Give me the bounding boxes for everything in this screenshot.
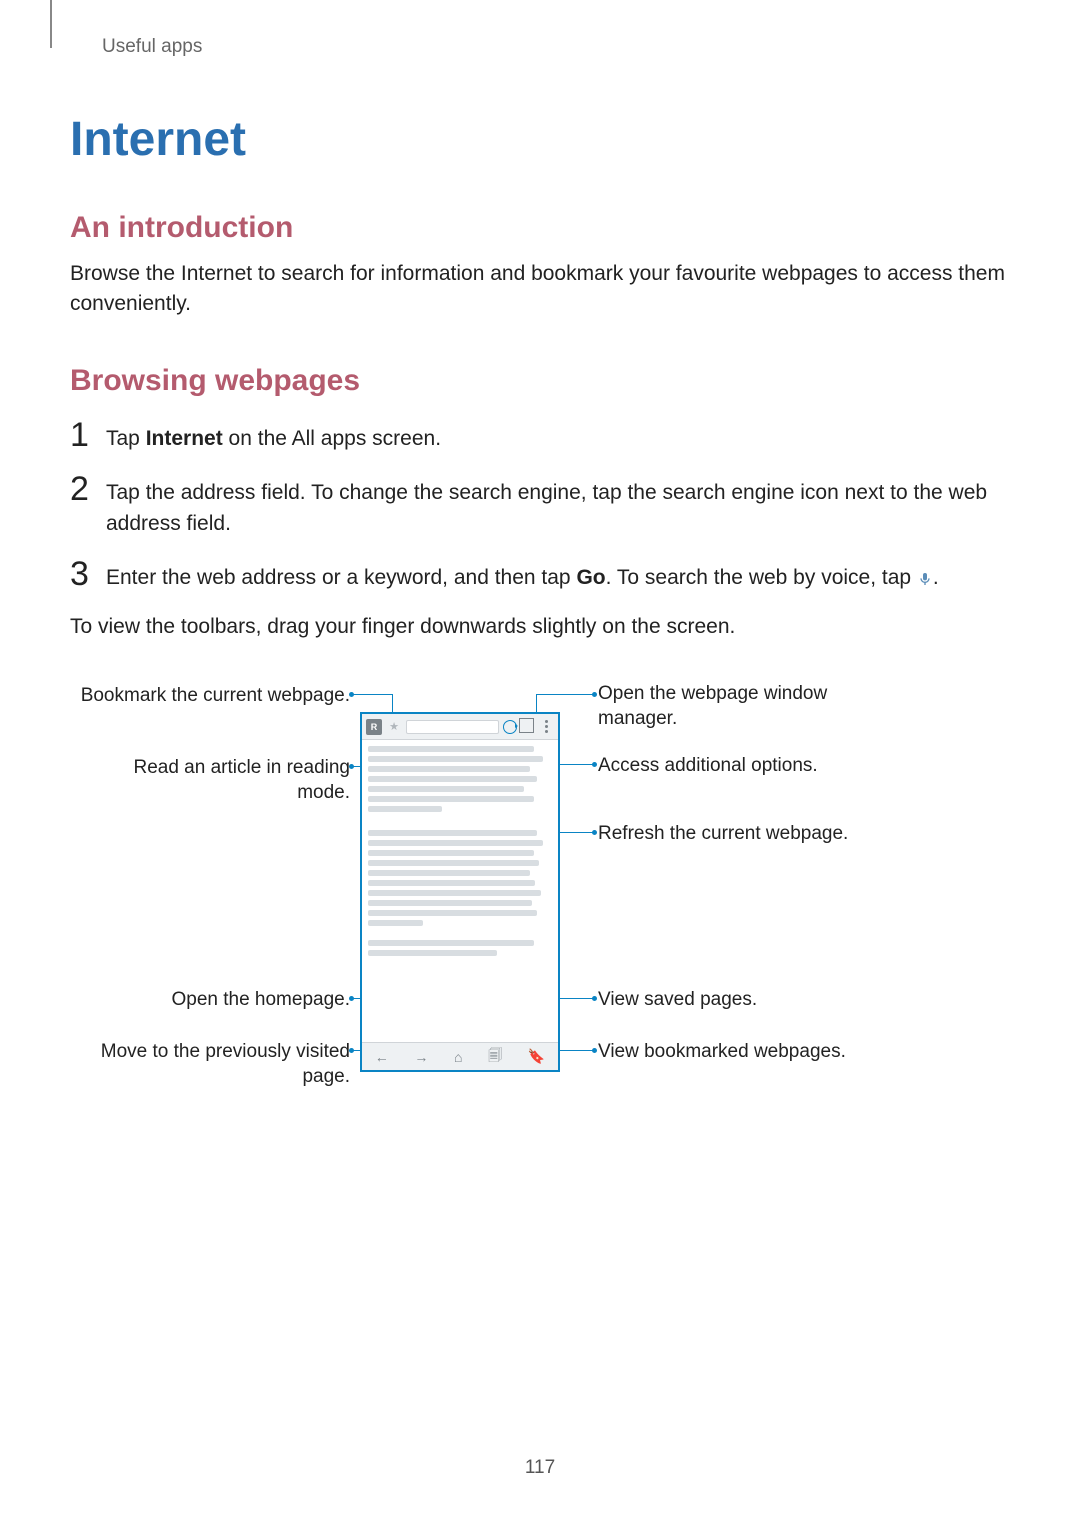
lead-line	[352, 694, 392, 695]
callout-bookmark: Bookmark the current webpage.	[80, 684, 350, 709]
step-number: 3	[70, 557, 106, 591]
step-number: 1	[70, 418, 106, 452]
saved-pages-icon: 🗐	[488, 1045, 502, 1069]
lead-line	[536, 694, 594, 695]
microphone-icon	[917, 571, 933, 587]
step-1: 1 Tap Internet on the All apps screen.	[70, 418, 1010, 454]
page-title: Internet	[70, 112, 1010, 167]
browser-bottombar: ← → ⌂ 🗐 🔖	[362, 1042, 558, 1070]
bookmark-star-icon: ★	[386, 719, 402, 735]
after-steps-note: To view the toolbars, drag your finger d…	[70, 612, 1010, 642]
step-text: Tap the address field. To change the sea…	[106, 472, 1010, 539]
more-options-icon	[538, 719, 554, 735]
forward-icon: →	[414, 1049, 428, 1065]
back-icon: ←	[375, 1049, 389, 1065]
callout-more-options: Access additional options.	[598, 754, 878, 779]
step-3: 3 Enter the web address or a keyword, an…	[70, 557, 1010, 593]
callout-reading-mode: Read an article in reading mode.	[80, 756, 350, 805]
reader-mode-icon: R	[366, 719, 382, 735]
placeholder-content	[368, 830, 552, 926]
callout-bookmarks: View bookmarked webpages.	[598, 1040, 878, 1065]
callout-refresh: Refresh the current webpage.	[598, 822, 878, 847]
lead-line	[554, 764, 594, 765]
step-number: 2	[70, 472, 106, 506]
breadcrumb: Useful apps	[70, 0, 1010, 58]
section-intro-body: Browse the Internet to search for inform…	[70, 259, 1010, 320]
home-icon: ⌂	[454, 1049, 462, 1065]
refresh-icon	[503, 720, 517, 734]
bookmarks-icon: 🔖	[528, 1048, 545, 1065]
placeholder-content	[368, 746, 552, 812]
tabs-icon	[521, 720, 534, 733]
callout-back: Move to the previously visited page.	[80, 1040, 350, 1089]
section-browsing-heading: Browsing webpages	[70, 364, 1010, 398]
placeholder-content	[368, 940, 552, 956]
callout-window-manager: Open the webpage window manager.	[598, 682, 878, 731]
steps-list: 1 Tap Internet on the All apps screen. 2…	[70, 418, 1010, 594]
top-rule	[50, 0, 52, 48]
step-text: Tap Internet on the All apps screen.	[106, 418, 441, 454]
callout-homepage: Open the homepage.	[80, 988, 350, 1013]
browser-diagram: Bookmark the current webpage. Read an ar…	[70, 682, 1010, 1122]
address-field	[406, 720, 499, 734]
step-text: Enter the web address or a keyword, and …	[106, 557, 939, 593]
step-2: 2 Tap the address field. To change the s…	[70, 472, 1010, 539]
page-number: 117	[0, 1457, 1080, 1479]
section-intro-heading: An introduction	[70, 211, 1010, 245]
callout-saved-pages: View saved pages.	[598, 988, 878, 1013]
phone-mock: R ★	[360, 712, 560, 1072]
browser-topbar: R ★	[362, 714, 558, 740]
